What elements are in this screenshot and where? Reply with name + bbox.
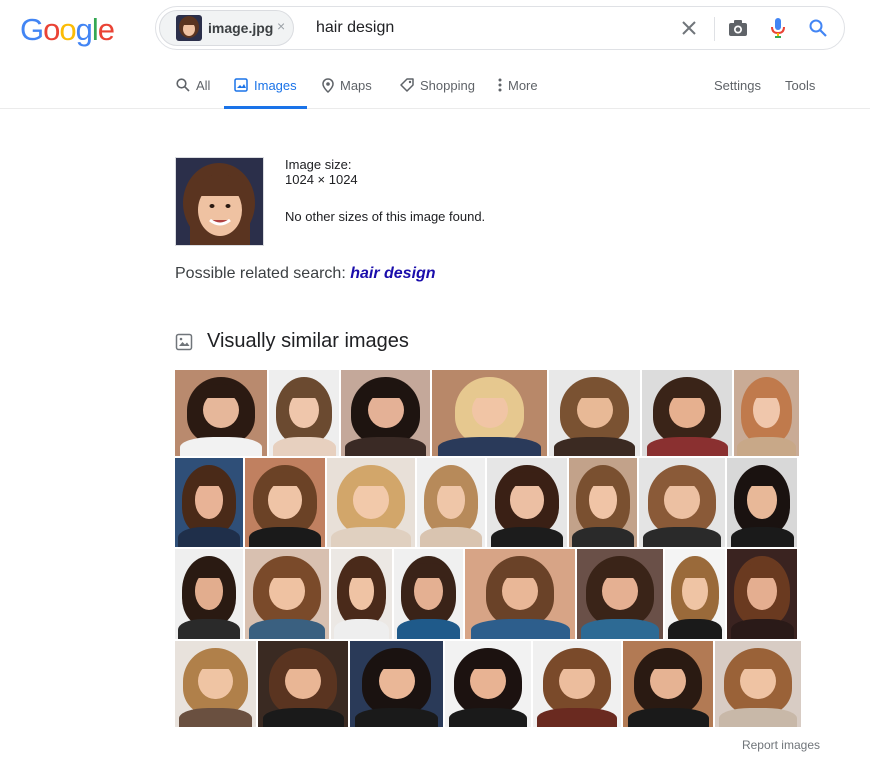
similar-image-thumbnail[interactable] bbox=[331, 549, 392, 639]
tab-label: Shopping bbox=[420, 77, 475, 93]
similar-images-heading[interactable]: Visually similar images bbox=[175, 330, 409, 353]
logo-letter: e bbox=[97, 12, 115, 47]
search-icon[interactable] bbox=[807, 17, 829, 39]
similar-images-row bbox=[175, 370, 803, 456]
tab-label: More bbox=[508, 77, 538, 93]
tab-images[interactable]: Images bbox=[224, 62, 307, 109]
similar-image-thumbnail[interactable] bbox=[445, 641, 531, 727]
related-search-label: Possible related search: bbox=[175, 265, 346, 282]
similar-image-thumbnail[interactable] bbox=[665, 549, 725, 639]
tab-shopping[interactable]: Shopping bbox=[400, 62, 475, 108]
similar-images-row bbox=[175, 641, 803, 727]
query-image-thumbnail[interactable] bbox=[175, 157, 264, 246]
logo-letter: o bbox=[43, 12, 60, 47]
similar-image-thumbnail[interactable] bbox=[341, 370, 430, 456]
chip-thumbnail bbox=[176, 15, 202, 41]
tab-label: Images bbox=[254, 77, 297, 93]
similar-image-thumbnail[interactable] bbox=[245, 458, 325, 547]
similar-images-row bbox=[175, 458, 803, 547]
similar-image-thumbnail[interactable] bbox=[569, 458, 637, 547]
tools-link[interactable]: Tools bbox=[785, 62, 815, 108]
similar-image-thumbnail[interactable] bbox=[175, 458, 243, 547]
more-vert-icon bbox=[498, 78, 502, 92]
chip-close-icon[interactable]: × bbox=[277, 18, 285, 34]
chip-label: image.jpg bbox=[208, 20, 274, 36]
tab-all[interactable]: All bbox=[176, 62, 210, 108]
similar-image-thumbnail[interactable] bbox=[465, 549, 575, 639]
related-search: Possible related search: hair design bbox=[175, 265, 436, 283]
image-chip[interactable]: image.jpg × bbox=[159, 10, 294, 46]
similar-images-row bbox=[175, 549, 803, 639]
similar-image-thumbnail[interactable] bbox=[549, 370, 640, 456]
similar-image-thumbnail[interactable] bbox=[533, 641, 621, 727]
image-icon bbox=[175, 333, 193, 350]
similar-image-thumbnail[interactable] bbox=[245, 549, 329, 639]
similar-image-thumbnail[interactable] bbox=[577, 549, 663, 639]
image-size-info: Image size: 1024 × 1024 bbox=[285, 157, 358, 187]
microphone-icon[interactable] bbox=[767, 17, 789, 39]
similar-image-thumbnail[interactable] bbox=[175, 370, 267, 456]
image-icon bbox=[234, 78, 248, 92]
similar-image-thumbnail[interactable] bbox=[642, 370, 732, 456]
search-icon bbox=[176, 78, 190, 92]
similar-image-thumbnail[interactable] bbox=[715, 641, 801, 727]
tab-maps[interactable]: Maps bbox=[322, 62, 372, 108]
tag-icon bbox=[400, 78, 414, 92]
related-search-link[interactable]: hair design bbox=[350, 265, 435, 282]
tab-label: Maps bbox=[340, 77, 372, 93]
similar-image-thumbnail[interactable] bbox=[727, 549, 797, 639]
similar-image-thumbnail[interactable] bbox=[487, 458, 567, 547]
similar-image-thumbnail[interactable] bbox=[175, 549, 243, 639]
similar-image-thumbnail[interactable] bbox=[258, 641, 348, 727]
logo-letter: G bbox=[20, 12, 44, 47]
google-logo[interactable]: Google bbox=[20, 12, 115, 48]
report-images-link[interactable]: Report images bbox=[742, 738, 820, 752]
similar-images-grid bbox=[175, 370, 803, 729]
similar-image-thumbnail[interactable] bbox=[350, 641, 443, 727]
tab-label: All bbox=[196, 77, 211, 93]
nav-tabs: All Images Maps Shopping More Settings T… bbox=[0, 62, 870, 109]
search-divider bbox=[714, 17, 715, 41]
similar-image-thumbnail[interactable] bbox=[432, 370, 547, 456]
similar-image-thumbnail[interactable] bbox=[623, 641, 713, 727]
settings-link[interactable]: Settings bbox=[714, 62, 761, 108]
similar-image-thumbnail[interactable] bbox=[727, 458, 797, 547]
camera-icon[interactable] bbox=[727, 17, 749, 39]
similar-image-thumbnail[interactable] bbox=[639, 458, 725, 547]
similar-images-title: Visually similar images bbox=[207, 330, 409, 352]
clear-icon[interactable] bbox=[678, 17, 700, 39]
image-size-value: 1024 × 1024 bbox=[285, 172, 358, 187]
similar-image-thumbnail[interactable] bbox=[175, 641, 256, 727]
search-bar: image.jpg × hair design bbox=[155, 6, 845, 50]
no-other-sizes-text: No other sizes of this image found. bbox=[285, 209, 486, 224]
logo-letter: o bbox=[59, 12, 76, 47]
similar-image-thumbnail[interactable] bbox=[394, 549, 463, 639]
image-size-label: Image size: bbox=[285, 157, 352, 172]
logo-letter: g bbox=[75, 12, 93, 47]
tab-more[interactable]: More bbox=[498, 62, 538, 108]
similar-image-thumbnail[interactable] bbox=[269, 370, 339, 456]
map-pin-icon bbox=[322, 77, 334, 93]
similar-image-thumbnail[interactable] bbox=[327, 458, 415, 547]
similar-image-thumbnail[interactable] bbox=[417, 458, 485, 547]
search-input[interactable]: hair design bbox=[316, 19, 394, 37]
similar-image-thumbnail[interactable] bbox=[734, 370, 799, 456]
